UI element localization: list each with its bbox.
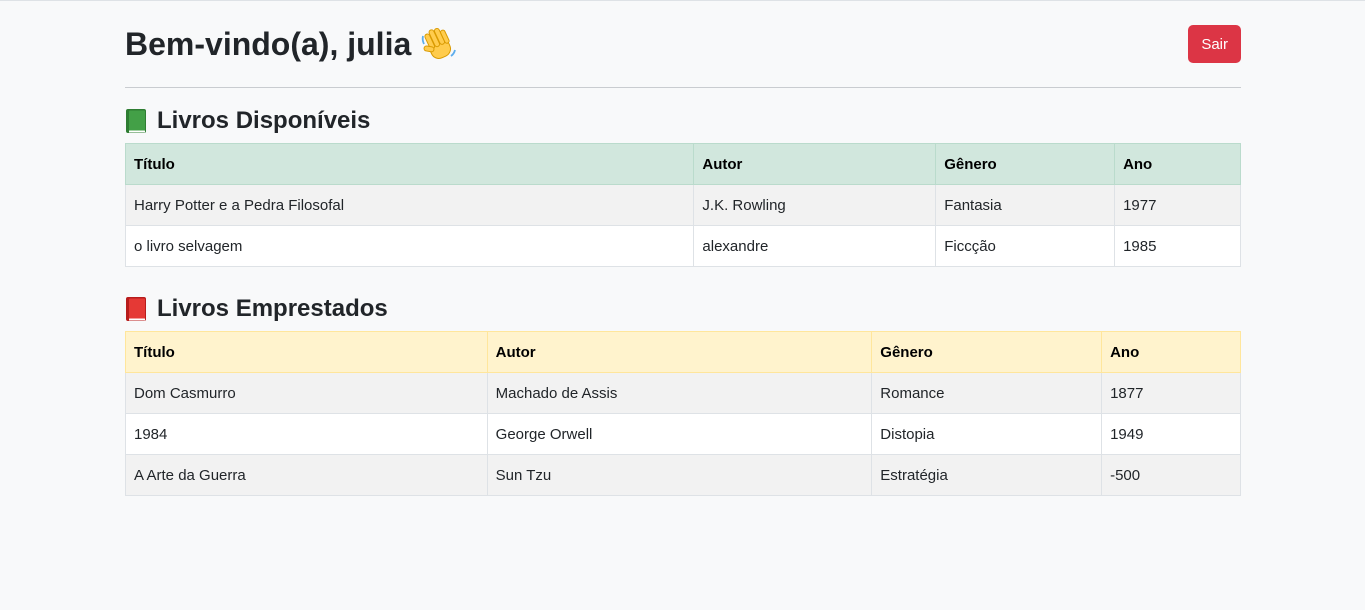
table-row: 1984 George Orwell Distopia 1949 [125,413,1241,455]
logout-button[interactable]: Sair [1188,25,1241,63]
column-header: Título [125,331,488,373]
table-row: Harry Potter e a Pedra Filosofal J.K. Ro… [124,184,1241,226]
column-header: Autor [486,331,873,373]
table-cell: Distopia [871,413,1103,455]
column-header: Autor [693,143,937,185]
column-header: Ano [1101,331,1241,373]
table-cell: J.K. Rowling [693,184,937,226]
table-cell: Estratégia [871,454,1103,496]
green-book-icon [126,109,146,133]
table-cell: Dom Casmurro [125,372,488,414]
table-cell: alexandre [693,225,937,267]
table-cell: 1977 [1114,184,1241,226]
red-book-icon [126,297,146,321]
borrowed-books-table: Título Autor Gênero Ano Dom Casmurro Mac… [125,331,1241,496]
main-container: Bem-vindo(a), julia Sair Livros Disponív… [124,1,1241,496]
table-cell: Ficcção [935,225,1116,267]
borrowed-books-title-text: Livros Emprestados [157,295,388,322]
table-row: Dom Casmurro Machado de Assis Romance 18… [125,372,1241,414]
table-cell: Romance [871,372,1103,414]
page-title: Bem-vindo(a), julia [125,26,457,63]
table-cell: 1949 [1101,413,1241,455]
welcome-text: Bem-vindo(a), julia [125,25,412,62]
column-header: Gênero [871,331,1103,373]
table-cell: 1877 [1101,372,1241,414]
borrowed-books-title: Livros Emprestados [125,291,1241,327]
table-cell: Harry Potter e a Pedra Filosofal [124,184,695,226]
table-cell: George Orwell [486,413,873,455]
table-row: o livro selvagem alexandre Ficcção 1985 [124,225,1241,267]
available-books-table: Título Autor Gênero Ano Harry Potter e a… [124,143,1241,267]
table-cell: -500 [1101,454,1241,496]
table-cell: Machado de Assis [486,372,873,414]
column-header: Ano [1114,143,1241,185]
waving-hand-icon [422,27,457,59]
table-cell: Sun Tzu [486,454,873,496]
table-header-row: Título Autor Gênero Ano [124,143,1241,185]
available-books-title-text: Livros Disponíveis [157,107,371,134]
table-cell: o livro selvagem [124,225,695,267]
table-cell: A Arte da Guerra [125,454,488,496]
table-cell: Fantasia [935,184,1116,226]
table-cell: 1984 [125,413,488,455]
available-books-title: Livros Disponíveis [125,103,1241,139]
column-header: Título [124,143,695,185]
table-row: A Arte da Guerra Sun Tzu Estratégia -500 [125,454,1241,496]
table-header-row: Título Autor Gênero Ano [125,331,1241,373]
table-cell: 1985 [1114,225,1241,267]
page-header: Bem-vindo(a), julia Sair [125,1,1241,88]
column-header: Gênero [935,143,1116,185]
